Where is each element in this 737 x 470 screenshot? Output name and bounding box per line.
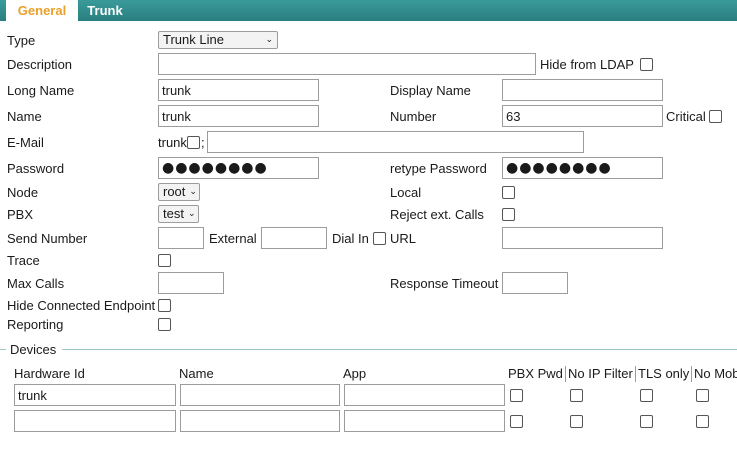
display-name-label: Display Name <box>390 83 471 98</box>
column-name: Name <box>179 366 214 381</box>
hide-connected-endpoint-label: Hide Connected Endpoint <box>7 298 156 313</box>
tab-general[interactable]: General <box>6 0 78 21</box>
device-no-ip-filter-checkbox[interactable] <box>570 415 583 428</box>
type-label: Type <box>7 33 36 48</box>
device-tls-only-checkbox[interactable] <box>640 415 653 428</box>
hide-ldap-label: Hide from LDAP <box>540 57 634 72</box>
url-input[interactable] <box>502 227 663 249</box>
hide-connected-endpoint-checkbox[interactable] <box>158 299 171 312</box>
column-separator <box>635 366 636 382</box>
email-checkbox[interactable] <box>187 136 200 149</box>
column-app: App <box>343 366 367 381</box>
column-hardware-id: Hardware Id <box>14 366 85 381</box>
external-input[interactable] <box>261 227 327 249</box>
device-tls-only-checkbox[interactable] <box>640 389 653 402</box>
name-label: Name <box>7 109 42 124</box>
critical-label: Critical <box>666 109 706 124</box>
retype-password-input[interactable] <box>502 157 663 179</box>
hide-ldap-checkbox[interactable] <box>640 58 653 71</box>
dial-in-checkbox[interactable] <box>373 232 386 245</box>
chevron-down-icon: ⌄ <box>189 187 197 197</box>
device-no-mob-checkbox[interactable] <box>696 415 709 428</box>
reject-ext-calls-label: Reject ext. Calls <box>390 207 484 222</box>
column-no-ip-filter: No IP Filter <box>568 366 633 381</box>
devices-divider <box>62 349 737 350</box>
password-input[interactable] <box>158 157 319 179</box>
send-number-label: Send Number <box>7 231 88 246</box>
column-separator <box>691 366 692 382</box>
pbx-label: PBX <box>7 207 34 222</box>
pbx-select[interactable]: test ⌄ <box>158 205 199 223</box>
email-input[interactable] <box>207 131 584 153</box>
number-input[interactable] <box>502 105 663 127</box>
response-timeout-label: Response Timeout <box>390 276 499 291</box>
local-checkbox[interactable] <box>502 186 515 199</box>
chevron-down-icon: ⌄ <box>265 35 273 45</box>
email-label: E-Mail <box>7 135 44 150</box>
device-no-ip-filter-checkbox[interactable] <box>570 389 583 402</box>
devices-divider-left <box>0 349 6 350</box>
long-name-label: Long Name <box>7 83 75 98</box>
device-hardware-id-input[interactable] <box>14 410 176 432</box>
description-label: Description <box>7 57 73 72</box>
max-calls-label: Max Calls <box>7 276 65 291</box>
trace-checkbox[interactable] <box>158 254 171 267</box>
email-prefix: trunk <box>158 135 187 150</box>
device-hardware-id-input[interactable] <box>14 384 176 406</box>
type-select[interactable]: Trunk Line ⌄ <box>158 31 278 49</box>
device-pbx-pwd-checkbox[interactable] <box>510 389 523 402</box>
node-select-value: root <box>163 184 186 199</box>
column-separator <box>565 366 566 382</box>
long-name-input[interactable] <box>158 79 319 101</box>
reporting-label: Reporting <box>7 317 64 332</box>
device-name-input[interactable] <box>180 384 340 406</box>
tab-trunk[interactable]: Trunk <box>78 0 132 21</box>
max-calls-input[interactable] <box>158 272 224 294</box>
device-app-input[interactable] <box>344 410 505 432</box>
description-input[interactable] <box>158 53 536 75</box>
node-select[interactable]: root ⌄ <box>158 183 200 201</box>
column-no-mob: No Mob <box>694 366 737 381</box>
retype-password-label: retype Password <box>390 161 487 176</box>
external-label: External <box>209 231 257 246</box>
send-number-input[interactable] <box>158 227 204 249</box>
reject-ext-calls-checkbox[interactable] <box>502 208 515 221</box>
column-pbx-pwd: PBX Pwd <box>508 366 563 381</box>
password-label: Password <box>7 161 65 176</box>
pbx-select-value: test <box>163 206 184 221</box>
number-label: Number <box>390 109 437 124</box>
tab-bar: General Trunk <box>0 0 737 21</box>
type-select-value: Trunk Line <box>163 32 224 47</box>
chevron-down-icon: ⌄ <box>187 209 196 219</box>
devices-heading: Devices <box>10 342 57 357</box>
column-tls-only: TLS only <box>638 366 690 381</box>
display-name-input[interactable] <box>502 79 663 101</box>
reporting-checkbox[interactable] <box>158 318 171 331</box>
dial-in-label: Dial In <box>332 231 369 246</box>
local-label: Local <box>390 185 422 200</box>
device-pbx-pwd-checkbox[interactable] <box>510 415 523 428</box>
node-label: Node <box>7 185 39 200</box>
response-timeout-input[interactable] <box>502 272 568 294</box>
name-input[interactable] <box>158 105 319 127</box>
device-app-input[interactable] <box>344 384 505 406</box>
url-label: URL <box>390 231 417 246</box>
device-name-input[interactable] <box>180 410 340 432</box>
email-separator: ; <box>201 135 205 150</box>
trace-label: Trace <box>7 253 40 268</box>
device-no-mob-checkbox[interactable] <box>696 389 709 402</box>
critical-checkbox[interactable] <box>709 110 722 123</box>
